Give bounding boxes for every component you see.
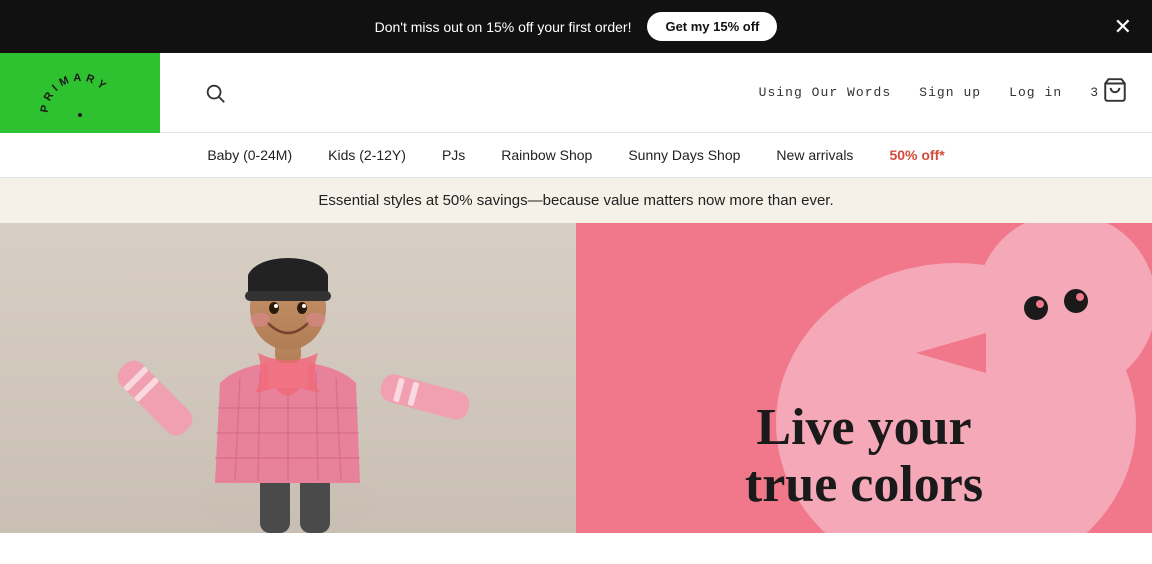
sign-up-link[interactable]: Sign up xyxy=(919,85,981,100)
hero-left-panel xyxy=(0,223,576,533)
announcement-cta[interactable]: Get my 15% off xyxy=(647,12,777,41)
log-in-link[interactable]: Log in xyxy=(1009,85,1062,100)
hero-section: Live your true colors xyxy=(0,223,1152,533)
hero-text-line1: Live your xyxy=(745,399,983,456)
nav-sale[interactable]: 50% off* xyxy=(889,147,944,163)
search-button[interactable] xyxy=(204,82,226,104)
nav-kids[interactable]: Kids (2-12Y) xyxy=(328,147,406,163)
announcement-close-button[interactable]: ✕ xyxy=(1114,16,1132,38)
cart-count: 3 xyxy=(1090,85,1098,100)
svg-text:PRIMARY: PRIMARY xyxy=(39,72,111,114)
hero-right-panel: Live your true colors xyxy=(576,223,1152,533)
main-navigation: Baby (0-24M) Kids (2-12Y) PJs Rainbow Sh… xyxy=(0,133,1152,178)
cart-icon xyxy=(1102,77,1128,108)
nav-baby[interactable]: Baby (0-24M) xyxy=(207,147,292,163)
header-right-nav: Using Our Words Sign up Log in 3 xyxy=(759,77,1128,108)
nav-sunny-days[interactable]: Sunny Days Shop xyxy=(628,147,740,163)
nav-new-arrivals[interactable]: New arrivals xyxy=(776,147,853,163)
hero-text-overlay: Live your true colors xyxy=(745,399,983,513)
cart-button[interactable]: 3 xyxy=(1090,77,1128,108)
promo-text: Essential styles at 50% savings—because … xyxy=(318,192,833,209)
site-header: PRIMARY Using Our Words Sign up Log in 3 xyxy=(0,53,1152,133)
announcement-text: Don't miss out on 15% off your first ord… xyxy=(375,19,632,35)
using-our-words-link[interactable]: Using Our Words xyxy=(759,85,892,100)
promo-banner: Essential styles at 50% savings—because … xyxy=(0,178,1152,223)
logo[interactable]: PRIMARY xyxy=(0,53,160,133)
hero-text-line2: true colors xyxy=(745,456,983,513)
nav-rainbow-shop[interactable]: Rainbow Shop xyxy=(501,147,592,163)
search-icon xyxy=(204,82,226,104)
primary-logo-svg: PRIMARY xyxy=(35,63,125,123)
hero-child-image xyxy=(0,223,576,533)
announcement-bar: Don't miss out on 15% off your first ord… xyxy=(0,0,1152,53)
nav-pjs[interactable]: PJs xyxy=(442,147,465,163)
child-illustration xyxy=(0,223,576,533)
